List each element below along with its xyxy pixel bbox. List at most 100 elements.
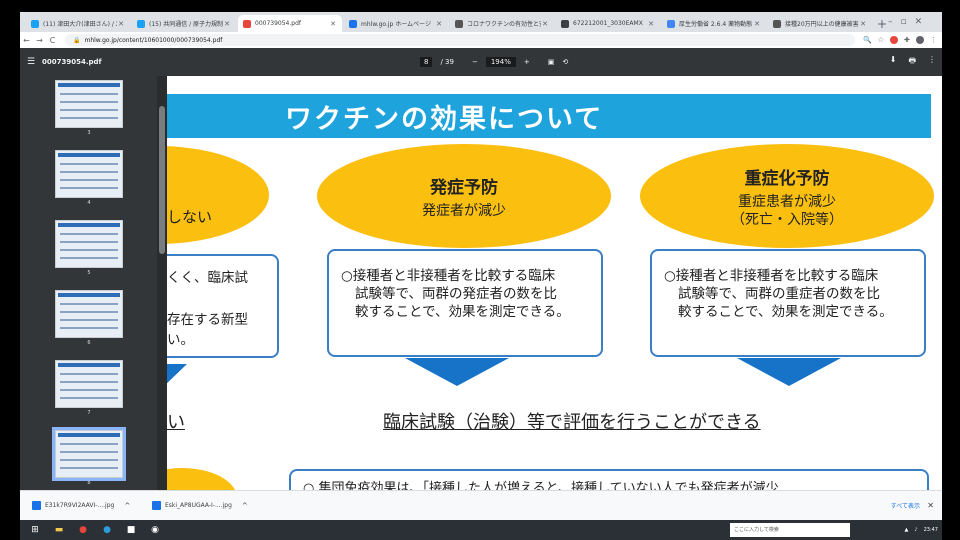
volume-icon[interactable]: ♪ [914,527,917,533]
tab-close-icon[interactable]: ✕ [435,20,443,28]
thumbnail-image [55,360,123,408]
minimize-button[interactable]: – [888,17,893,27]
tab-title: (11) 津田大介(津田さん) / X [43,21,117,28]
severe-prevention-sub2: （死亡・入院等） [731,211,843,228]
tab-close-icon[interactable]: ✕ [859,20,867,28]
globe-icon [349,19,357,28]
sidebar-menu-icon[interactable]: ☰ [20,57,42,67]
severe-prevention-ellipse: 重症化予防 重症患者が減少 （死亡・入院等） [640,144,934,248]
tab-close-icon[interactable]: ✕ [329,20,337,28]
page-thumbnail[interactable]: 4 [55,150,123,206]
sidebar-scrollbar[interactable] [157,76,167,490]
tab-close-icon[interactable]: ✕ [117,20,125,28]
chevron-up-icon[interactable]: ^ [124,502,130,510]
thumbnail-image [55,290,123,338]
print-icon[interactable]: 🖶 [908,55,916,69]
pdf-icon [243,19,251,28]
pdf-toolbar: ☰ 000739054.pdf 8 / 39 − 194% + ▣ ⟲ ⬇ 🖶 … [20,48,942,76]
zoom-out-button[interactable]: − [472,58,478,66]
extension-icon[interactable] [890,36,898,44]
browser-tab[interactable]: 000739054.pdf ✕ [238,15,342,32]
taskbar-search-input[interactable]: ここに入力して検索 [730,523,850,537]
download-item-1[interactable]: E31k7R9VI2AAVI-....jpg ^ [32,501,140,510]
page-thumbnail[interactable]: 6 [55,290,123,346]
page-thumbnail[interactable]: 3 [55,80,123,136]
left-bottom-ellipse [167,468,237,490]
window-controls: – ▫ ✕ [888,12,922,32]
star-icon[interactable]: ☆ [878,36,884,44]
edge-icon[interactable]: ● [98,522,116,538]
page-thumbnail[interactable]: 7 [55,360,123,416]
tab-close-icon[interactable]: ✕ [541,20,549,28]
zoom-in-button[interactable]: + [524,58,530,66]
more-options-icon[interactable]: ⋮ [928,55,936,69]
address-bar[interactable]: 🔒 mhlw.go.jp/content/10601000/000739054.… [65,34,855,46]
taskbar: ⊞ ▬ ● ● ■ ◉ ここに入力して検索 ▲ ♪ 23:47 [20,520,942,540]
page-total: / 39 [440,58,454,66]
rotate-icon[interactable]: ⟲ [562,58,568,66]
windows-start-icon[interactable]: ⊞ [26,522,44,538]
severe-prevention-box: ○接種者と非接種者を比較する臨床 試験等で、両群の重症者の数を比 較することで、… [650,249,926,357]
lock-icon: 🔒 [73,36,81,44]
google-icon [667,19,675,28]
close-icon[interactable]: ✕ [927,501,934,510]
forward-button[interactable]: → [33,36,46,45]
fit-page-icon[interactable]: ▣ [548,58,555,66]
browser-tab[interactable]: mhlw.go.jp ホームページ ✕ [344,15,448,32]
camera-icon[interactable]: ◉ [146,522,164,538]
profile-avatar[interactable] [915,36,924,44]
download-item-2[interactable]: Eski_AP8UGAA-I-....jpg ^ [152,501,260,510]
thumbnail-sidebar: 3 4 5 6 7 8 [20,76,168,490]
extensions-puzzle-icon[interactable]: ✚ [904,36,910,44]
download-icon[interactable]: ⬇ [890,55,897,69]
show-all-downloads-link[interactable]: すべて表示 [891,501,920,510]
pdf-page: ワクチンの効果について しない くく、臨床試 存在する新型 い。 い 発症予防 … [167,76,942,490]
col2-body-line3: 較することで、効果を測定できる。 [678,304,893,320]
window-close-button[interactable]: ✕ [915,17,923,27]
symptom-prevention-ellipse: 発症予防 発症者が減少 [317,144,611,248]
tab-title: 000739054.pdf [255,20,301,27]
symptom-prevention-sub: 発症者が減少 [422,202,506,219]
severe-prevention-sub1: 重症患者が減少 [738,193,836,210]
browser-tab[interactable]: 厚生労働省 2.6.4 薬物動態 ✕ [662,15,766,32]
download-item-2-name: Eski_AP8UGAA-I-....jpg [165,502,232,509]
browser-tab[interactable]: コロナワクチンの有効性と安全性✕ [450,15,554,32]
tab-close-icon[interactable]: ✕ [647,20,655,28]
tab-close-icon[interactable]: ✕ [223,20,231,28]
browser-tab[interactable]: 接種20万円以上の健康被害 ✕ [768,15,872,32]
store-icon[interactable]: ■ [122,522,140,538]
col2-down-arrow [737,358,841,386]
tab-title: 672212001_3030EAMX [573,20,643,27]
file-explorer-icon[interactable]: ▬ [50,522,68,538]
page-number-input[interactable]: 8 [420,57,433,67]
maximize-button[interactable]: ▫ [901,17,907,27]
twitter-icon [137,19,145,28]
screen: { "browser": { "tabs": [ {"title": "(11)… [0,0,960,540]
thumbnail-page-number: 7 [87,410,91,416]
zoom-level-input[interactable]: 194% [485,57,516,67]
twitter-icon [31,19,39,28]
page-thumbnail[interactable]: 5 [55,220,123,276]
left-box-line2: 存在する新型 [167,312,248,328]
thumbnail-image [55,150,123,198]
clock[interactable]: 23:47 [924,527,938,533]
back-button[interactable]: ← [20,36,33,45]
downloads-bar: E31k7R9VI2AAVI-....jpg ^ Eski_AP8UGAA-I-… [20,490,942,520]
pdf-viewer[interactable]: ワクチンの効果について しない くく、臨床試 存在する新型 い。 い 発症予防 … [167,76,942,490]
chrome-menu-icon[interactable]: ⋮ [930,36,937,44]
tab-strip: (11) 津田大介(津田さん) / X ✕ (15) 共同通信 / 原子力規制 ✕ 00… [20,12,942,32]
scrollbar-thumb[interactable] [159,106,165,254]
network-icon[interactable]: ▲ [905,527,909,533]
reload-button[interactable]: C [46,36,59,45]
chrome-icon[interactable]: ● [74,522,92,538]
browser-tab[interactable]: 672212001_3030EAMX ✕ [556,15,660,32]
zoom-icon[interactable]: 🔍 [863,36,872,44]
thumbnail-page-number: 3 [87,130,91,136]
chevron-up-icon[interactable]: ^ [242,502,248,510]
system-tray: ▲ ♪ 23:47 [905,527,938,533]
tab-close-icon[interactable]: ✕ [753,20,761,28]
left-underline-text: い [167,412,185,433]
page-thumbnail[interactable]: 8 [52,427,126,486]
browser-tab[interactable]: (11) 津田大介(津田さん) / X ✕ [26,15,130,32]
browser-tab[interactable]: (15) 共同通信 / 原子力規制 ✕ [132,15,236,32]
